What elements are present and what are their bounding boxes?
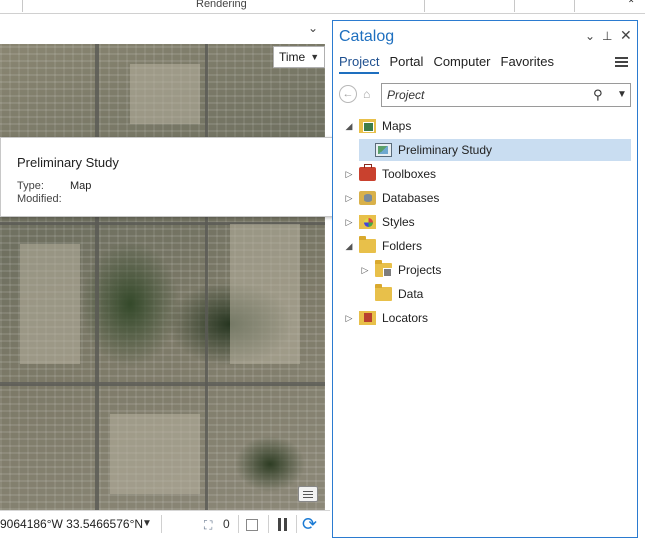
map-item-popup: Preliminary Study Type: Map Modified:: [0, 137, 337, 217]
divider: [296, 515, 297, 533]
project-folder-icon: [375, 260, 392, 277]
map-road: [95, 44, 99, 510]
pause-drawing-icon[interactable]: [278, 518, 288, 531]
divider: [268, 515, 269, 533]
tree-item-maps[interactable]: ◢ Maps: [343, 115, 631, 137]
tree-item-label: Styles: [382, 215, 415, 229]
navigation-icon[interactable]: [246, 519, 258, 531]
tree-item-styles[interactable]: ▷ Styles: [343, 211, 631, 233]
tree-item-projects[interactable]: ▷ Projects: [359, 259, 631, 281]
search-icon[interactable]: ⚲: [593, 87, 603, 103]
ribbon-separator: [574, 0, 575, 12]
collapsed-arrow-icon[interactable]: ▷: [343, 193, 355, 204]
chevron-down-icon[interactable]: ▼: [142, 518, 152, 529]
back-arrow-icon[interactable]: ←: [339, 85, 357, 103]
tree-item-label: Locators: [382, 311, 429, 325]
ribbon-strip: Rendering ⌃: [0, 0, 645, 14]
map-developed-area: [130, 64, 200, 124]
tree-item-locators[interactable]: ▷ Locators: [343, 307, 631, 329]
chevron-down-icon: ▼: [310, 52, 320, 62]
time-button-label: Time: [279, 50, 306, 64]
time-button[interactable]: Time ▼: [273, 46, 325, 68]
chevron-down-icon[interactable]: ▼: [617, 89, 627, 100]
pane-title: Catalog: [339, 28, 395, 45]
tree-item-label: Data: [398, 287, 424, 301]
tab-computer[interactable]: Computer: [433, 54, 490, 74]
map-road: [205, 44, 208, 510]
chevron-down-icon[interactable]: ⌄: [308, 21, 318, 35]
map-developed-area: [110, 414, 200, 494]
catalog-navigation: ← ⌂ ⚲ ▼: [339, 83, 631, 107]
tree-item-preliminary-study[interactable]: Preliminary Study: [359, 139, 631, 161]
catalog-tabs: Project Portal Computer Favorites: [339, 54, 564, 74]
collapsed-arrow-icon[interactable]: ▷: [343, 313, 355, 324]
map-status-bar: 9064186°W 33.5466576°N ▼ ⛶ 0 ⟳: [0, 510, 330, 540]
tree-item-data[interactable]: Data: [359, 283, 631, 305]
popup-modified-label: Modified:: [17, 193, 62, 205]
catalog-search-input[interactable]: [387, 87, 587, 103]
ribbon-separator: [514, 0, 515, 12]
map-view[interactable]: [0, 44, 325, 510]
folder-icon: [375, 284, 392, 301]
collapsed-arrow-icon[interactable]: ▷: [359, 265, 371, 276]
collapsed-arrow-icon[interactable]: ▷: [343, 217, 355, 228]
menu-icon[interactable]: [615, 57, 628, 68]
ribbon-separator: [22, 0, 23, 12]
pin-icon[interactable]: ⊥: [602, 29, 612, 43]
folder-icon: [359, 236, 376, 253]
notifications-icon[interactable]: [298, 486, 318, 502]
catalog-search-box[interactable]: ⚲ ▼: [381, 83, 631, 107]
coordinate-readout: 9064186°W 33.5466576°N: [0, 517, 144, 531]
map-icon: [375, 143, 392, 157]
pane-options-chevron-icon[interactable]: ⌄: [585, 29, 595, 43]
tree-item-label: Databases: [382, 191, 440, 205]
map-developed-area: [230, 224, 300, 364]
popup-title: Preliminary Study: [17, 155, 119, 170]
toolbox-icon: [359, 164, 376, 181]
tab-portal[interactable]: Portal: [389, 54, 423, 74]
selected-features-icon[interactable]: ⛶: [204, 518, 218, 532]
map-developed-area: [20, 244, 80, 364]
tree-item-label: Projects: [398, 263, 442, 277]
maps-folder-icon: [359, 119, 376, 133]
locator-icon: [359, 311, 376, 325]
tree-item-label: Toolboxes: [382, 167, 437, 181]
styles-icon: [359, 215, 376, 229]
database-icon: [359, 191, 376, 205]
refresh-icon[interactable]: ⟳: [302, 514, 317, 535]
divider: [238, 515, 239, 533]
close-icon[interactable]: ✕: [620, 27, 632, 44]
expanded-arrow-icon[interactable]: ◢: [343, 121, 355, 132]
popup-type-label: Type:: [17, 180, 44, 192]
ribbon-separator: [424, 0, 425, 12]
expanded-arrow-icon[interactable]: ◢: [343, 241, 355, 252]
ribbon-collapse-icon[interactable]: ⌃: [627, 0, 635, 10]
tree-item-label: Preliminary Study: [398, 143, 493, 157]
tree-item-label: Maps: [382, 119, 412, 133]
divider: [161, 515, 162, 533]
map-view-toolbar: ⌄: [0, 14, 330, 44]
home-icon[interactable]: ⌂: [363, 87, 377, 101]
map-road: [0, 382, 325, 386]
tree-item-toolboxes[interactable]: ▷ Toolboxes: [343, 163, 631, 185]
tree-item-databases[interactable]: ▷ Databases: [343, 187, 631, 209]
ribbon-group-label: Rendering: [196, 0, 247, 10]
collapsed-arrow-icon[interactable]: ▷: [343, 169, 355, 180]
tree-item-label: Folders: [382, 239, 423, 253]
selected-features-count: 0: [223, 517, 230, 531]
popup-type-value: Map: [70, 180, 92, 192]
catalog-pane: Catalog ⌄ ⊥ ✕ Project Portal Computer Fa…: [332, 20, 638, 538]
tab-project[interactable]: Project: [339, 54, 380, 74]
tree-item-folders[interactable]: ◢ Folders: [343, 235, 631, 257]
tab-favorites[interactable]: Favorites: [501, 54, 554, 74]
